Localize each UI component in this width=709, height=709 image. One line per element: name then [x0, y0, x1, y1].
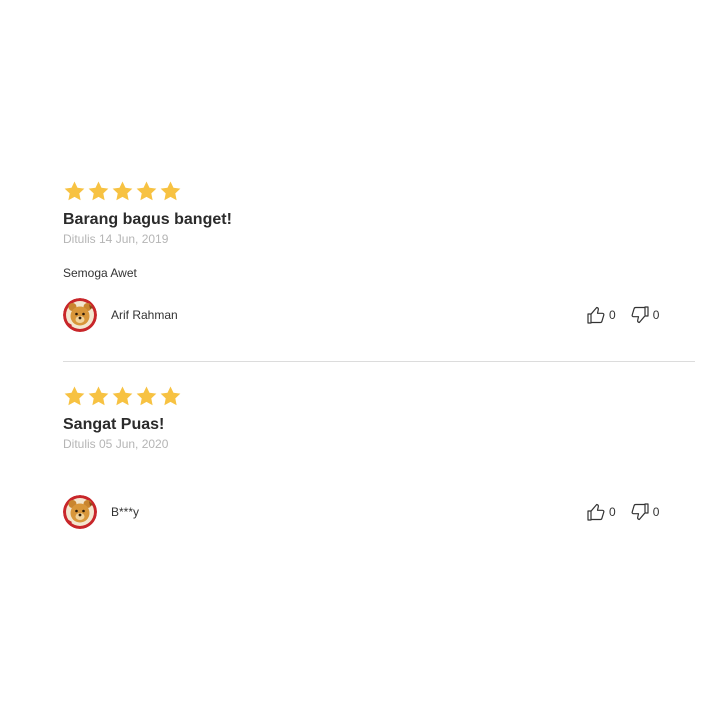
thumbs-down-icon	[630, 502, 650, 522]
thumbs-up-icon	[586, 502, 606, 522]
bear-avatar-icon	[63, 298, 97, 332]
dislike-button[interactable]: 0	[630, 305, 660, 325]
like-count: 0	[609, 308, 616, 322]
star-icon	[63, 385, 86, 408]
dislike-count: 0	[652, 505, 660, 519]
review-divider	[63, 361, 695, 362]
review-body	[63, 452, 695, 486]
dislike-count: 0	[652, 308, 660, 322]
review-list: Barang bagus banget! Ditulis 14 Jun, 201…	[63, 0, 695, 709]
star-icon	[159, 385, 182, 408]
star-icon	[111, 385, 134, 408]
vote-group: 0 0	[586, 305, 659, 325]
dislike-button[interactable]: 0	[630, 502, 660, 522]
star-icon	[135, 180, 158, 203]
star-rating	[63, 180, 695, 204]
review-title: Sangat Puas!	[63, 416, 165, 433]
bear-avatar-icon	[63, 495, 97, 529]
star-icon	[135, 385, 158, 408]
review-author: Arif Rahman	[111, 308, 178, 322]
star-icon	[87, 385, 110, 408]
thumbs-down-icon	[630, 305, 650, 325]
like-button[interactable]: 0	[586, 305, 616, 325]
star-icon	[159, 180, 182, 203]
review-item: Sangat Puas! Ditulis 05 Jun, 2020 B***y …	[63, 385, 695, 531]
review-item: Barang bagus banget! Ditulis 14 Jun, 201…	[63, 180, 695, 334]
review-footer: B***y 0 0	[63, 495, 695, 531]
star-icon	[87, 180, 110, 203]
review-body: Semoga Awet	[63, 266, 137, 280]
star-icon	[111, 180, 134, 203]
like-button[interactable]: 0	[586, 502, 616, 522]
review-title: Barang bagus banget!	[63, 211, 232, 228]
vote-group: 0 0	[586, 502, 659, 522]
review-date: Ditulis 05 Jun, 2020	[63, 437, 169, 451]
thumbs-up-icon	[586, 305, 606, 325]
star-rating	[63, 385, 695, 409]
like-count: 0	[609, 505, 616, 519]
star-icon	[63, 180, 86, 203]
review-footer: Arif Rahman 0 0	[63, 298, 695, 334]
review-date: Ditulis 14 Jun, 2019	[63, 232, 169, 246]
review-author: B***y	[111, 505, 140, 519]
